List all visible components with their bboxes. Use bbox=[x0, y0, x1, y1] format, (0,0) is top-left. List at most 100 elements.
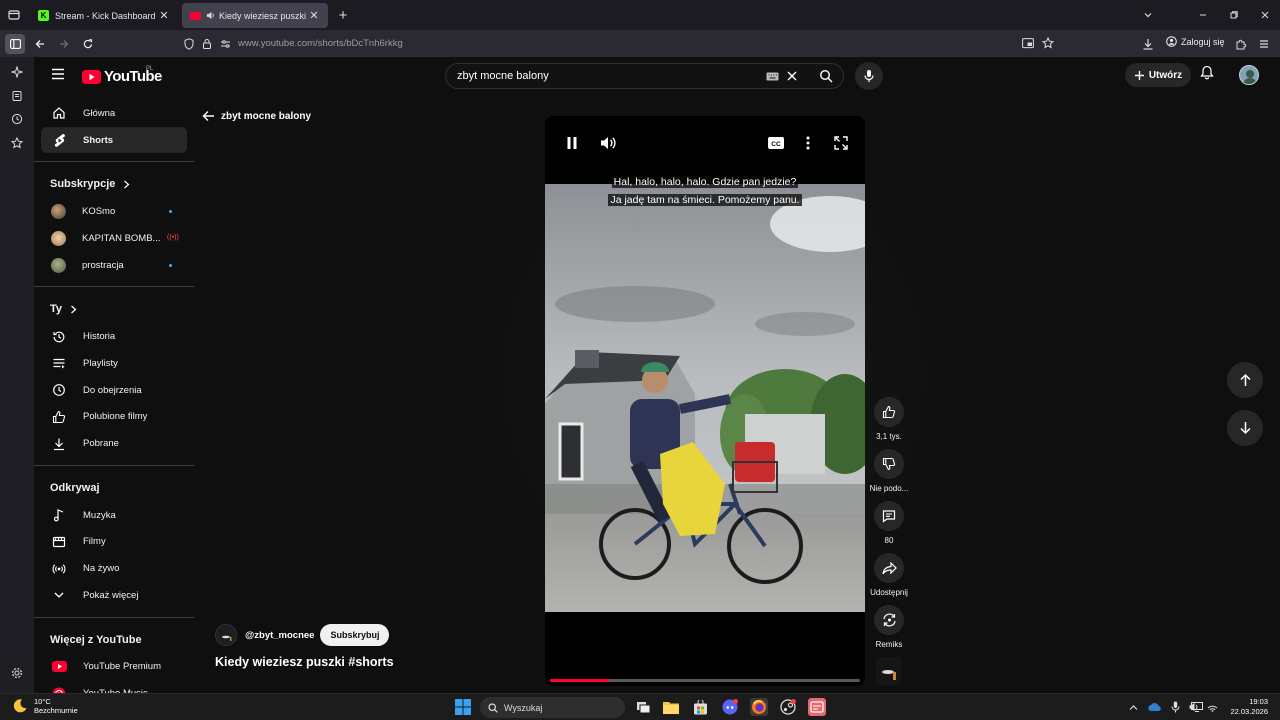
previous-short-button[interactable] bbox=[1227, 362, 1263, 398]
progress-bar[interactable] bbox=[550, 679, 860, 682]
shorts-player[interactable]: Hal, halo, halo, halo. Gdzie pan jedzie?… bbox=[545, 116, 865, 686]
sidebar-channel-prostracja[interactable]: prostracja bbox=[41, 252, 187, 279]
video-title[interactable]: Kiedy wieziesz puszki #shorts bbox=[215, 655, 394, 669]
comments-action[interactable]: 80 bbox=[872, 501, 906, 545]
clear-search-icon[interactable] bbox=[786, 70, 798, 82]
sidebar-item-downloads[interactable]: Pobrane bbox=[41, 430, 187, 457]
history-clock-icon[interactable] bbox=[8, 110, 26, 128]
more-options-button[interactable] bbox=[797, 132, 819, 154]
tab-dropdown-icon[interactable] bbox=[1132, 0, 1164, 30]
keyboard-icon[interactable] bbox=[766, 72, 779, 81]
dislike-action[interactable]: Nie podo... bbox=[870, 449, 908, 493]
permissions-icon[interactable] bbox=[220, 39, 231, 49]
reader-icon[interactable] bbox=[8, 87, 26, 105]
voice-search-button[interactable] bbox=[855, 62, 883, 90]
url-text[interactable]: www.youtube.com/shorts/bDcTnh6rkkg bbox=[238, 38, 403, 49]
display-tray-icon[interactable] bbox=[1190, 700, 1204, 714]
shield-icon[interactable] bbox=[184, 38, 194, 50]
back-icon[interactable] bbox=[30, 34, 50, 54]
share-icon[interactable] bbox=[874, 553, 904, 583]
comment-icon[interactable] bbox=[874, 501, 904, 531]
share-action[interactable]: Udostępnij bbox=[870, 553, 908, 597]
remix-icon[interactable] bbox=[874, 605, 904, 635]
sidebar-item-playlists[interactable]: Playlisty bbox=[41, 350, 187, 377]
tab-close-button[interactable]: ✕ bbox=[158, 9, 170, 22]
pause-button[interactable] bbox=[561, 132, 583, 154]
sidebar-item-youtube-premium[interactable]: YouTube Premium bbox=[41, 654, 187, 681]
menu-icon[interactable] bbox=[1254, 34, 1274, 54]
show-hidden-icons-icon[interactable] bbox=[1126, 700, 1140, 714]
taskbar-search[interactable]: Wyszukaj bbox=[480, 697, 625, 718]
store-icon[interactable] bbox=[691, 698, 709, 716]
subscribe-button[interactable]: Subskrybuj bbox=[320, 624, 390, 646]
sidebar-item-live[interactable]: Na żywo bbox=[41, 555, 187, 582]
file-explorer-icon[interactable] bbox=[662, 698, 680, 716]
lock-icon[interactable] bbox=[202, 38, 212, 50]
tab-kick-dashboard[interactable]: K Stream - Kick Dashboard ✕ bbox=[30, 3, 178, 28]
task-view-icon[interactable] bbox=[634, 698, 652, 716]
notifications-bell-icon[interactable] bbox=[1200, 65, 1214, 80]
steam-icon[interactable] bbox=[779, 698, 797, 716]
start-button[interactable] bbox=[454, 698, 472, 716]
minimize-button[interactable] bbox=[1187, 0, 1219, 30]
thumbs-up-icon[interactable] bbox=[874, 397, 904, 427]
fullscreen-button[interactable] bbox=[830, 132, 852, 154]
youtube-logo[interactable]: YouTube PL bbox=[82, 66, 162, 85]
close-window-button[interactable] bbox=[1249, 0, 1280, 30]
weather-widget[interactable]: 10°C Bezchmurnie bbox=[12, 697, 78, 715]
login-button[interactable]: Zaloguj się bbox=[1166, 36, 1225, 47]
downloads-icon[interactable] bbox=[1138, 34, 1158, 54]
microphone-tray-icon[interactable] bbox=[1168, 700, 1182, 714]
extensions-icon[interactable] bbox=[1231, 34, 1251, 54]
network-tray-icon[interactable] bbox=[1205, 700, 1219, 714]
bookmarks-star-icon[interactable] bbox=[8, 134, 26, 152]
search-box[interactable]: zbyt mocne balony bbox=[445, 63, 844, 89]
create-button[interactable]: Utwórz bbox=[1125, 63, 1191, 87]
bookmark-star-icon[interactable] bbox=[1042, 37, 1054, 49]
sidebar-item-home[interactable]: Główna bbox=[41, 100, 187, 127]
audio-source-thumbnail[interactable] bbox=[876, 657, 902, 685]
sidebar-channel-kosmo[interactable]: KOSmo bbox=[41, 198, 187, 225]
video-frame[interactable] bbox=[545, 184, 865, 612]
forward-icon[interactable] bbox=[54, 34, 74, 54]
picture-in-picture-icon[interactable] bbox=[1022, 38, 1034, 49]
ai-sparkle-icon[interactable] bbox=[8, 63, 26, 81]
speaker-icon[interactable] bbox=[206, 11, 215, 20]
sidebar-item-history[interactable]: Historia bbox=[41, 323, 187, 350]
channel-avatar[interactable] bbox=[215, 624, 237, 646]
next-short-button[interactable] bbox=[1227, 410, 1263, 446]
reload-icon[interactable] bbox=[78, 34, 98, 54]
hamburger-menu-icon[interactable] bbox=[51, 68, 65, 80]
subscriptions-header[interactable]: Subskrypcje bbox=[34, 170, 194, 198]
cloud-sync-icon[interactable] bbox=[1147, 700, 1161, 714]
sidebar-toggle-icon[interactable] bbox=[5, 34, 25, 54]
settings-gear-icon[interactable] bbox=[8, 664, 26, 682]
back-to-search-link[interactable]: zbyt mocne balony bbox=[202, 110, 311, 122]
tab-close-button[interactable]: ✕ bbox=[308, 9, 320, 22]
new-tab-button[interactable]: + bbox=[327, 0, 359, 30]
firefox-icon[interactable] bbox=[750, 698, 768, 716]
tab-youtube-short[interactable]: Kiedy wieziesz puszki #shorts ✕ bbox=[182, 3, 328, 28]
sidebar-channel-kapitan[interactable]: KAPITAN BOMB... ((•)) bbox=[41, 225, 187, 252]
sidebar-item-watch-later[interactable]: Do obejrzenia bbox=[41, 377, 187, 404]
sidebar-item-music[interactable]: Muzyka bbox=[41, 502, 187, 529]
account-avatar[interactable] bbox=[1239, 65, 1259, 85]
system-clock[interactable]: 19:03 22.03.2026 bbox=[1222, 697, 1268, 717]
url-bar[interactable]: www.youtube.com/shorts/bDcTnh6rkkg bbox=[178, 33, 1060, 55]
search-button[interactable] bbox=[807, 64, 845, 88]
you-header[interactable]: Ty bbox=[34, 295, 194, 323]
sidebar-item-show-more[interactable]: Pokaż więcej bbox=[41, 582, 187, 609]
app-window-icon[interactable] bbox=[808, 698, 826, 716]
sidebar-item-films[interactable]: Filmy bbox=[41, 529, 187, 556]
channel-handle[interactable]: @zbyt_mocnee bbox=[245, 630, 314, 641]
captions-button[interactable]: CC bbox=[765, 132, 787, 154]
remix-action[interactable]: Remiks bbox=[872, 605, 906, 649]
thumbs-down-icon[interactable] bbox=[874, 449, 904, 479]
discord-icon[interactable] bbox=[721, 698, 739, 716]
search-input[interactable]: zbyt mocne balony bbox=[457, 70, 549, 82]
sidebar-item-liked[interactable]: Polubione filmy bbox=[41, 404, 187, 431]
volume-button[interactable] bbox=[597, 132, 619, 154]
restore-button[interactable] bbox=[1218, 0, 1250, 30]
tab-list-icon[interactable] bbox=[4, 5, 24, 25]
sidebar-item-shorts[interactable]: Shorts bbox=[41, 126, 187, 154]
